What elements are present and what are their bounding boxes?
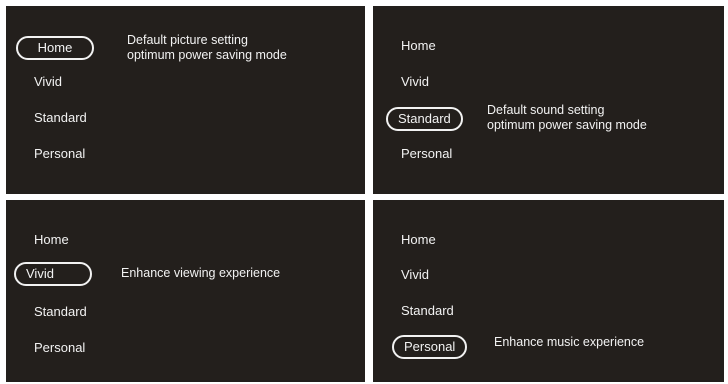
description-line-1: Default sound setting [487, 103, 605, 117]
menu-item-vivid[interactable]: Vivid [401, 74, 429, 90]
menu-item-personal[interactable]: Personal [401, 146, 452, 162]
mode-description: Enhance music experience [494, 335, 644, 350]
menu-item-standard[interactable]: Standard [34, 110, 87, 126]
description-line-1: Enhance music experience [494, 335, 645, 349]
menu-item-standard[interactable]: Standard [34, 304, 87, 320]
menu-item-vivid[interactable]: Vivid [401, 267, 429, 283]
menu-item-home[interactable]: Home [401, 38, 436, 54]
menu-panel-personal: Home Vivid Standard Personal Enhance mus… [373, 200, 724, 382]
menu-item-personal[interactable]: Personal [392, 335, 468, 359]
menu-item-standard[interactable]: Standard [401, 303, 454, 319]
menu-panel-home: Home Vivid Standard Personal Default pic… [6, 6, 365, 194]
menu-item-vivid[interactable]: Vivid [14, 262, 92, 286]
mode-description: Default picture setting optimum power sa… [127, 33, 287, 63]
menu-item-standard[interactable]: Standard [386, 107, 463, 131]
menu-item-home[interactable]: Home [34, 232, 69, 248]
menu-item-home[interactable]: Home [16, 36, 94, 60]
menu-item-personal[interactable]: Personal [34, 340, 85, 356]
mode-description: Default sound setting optimum power savi… [487, 103, 647, 133]
description-line-1: Enhance viewing experience [121, 266, 281, 280]
menu-item-home[interactable]: Home [401, 232, 436, 248]
menu-panel-vivid: Home Vivid Standard Personal Enhance vie… [6, 200, 365, 382]
description-line-2: optimum power saving mode [487, 118, 647, 132]
description-line-2: optimum power saving mode [127, 48, 287, 62]
menu-panel-standard: Home Vivid Standard Personal Default sou… [373, 6, 724, 194]
mode-description: Enhance viewing experience [121, 266, 280, 281]
menu-item-personal[interactable]: Personal [34, 146, 85, 162]
description-line-1: Default picture setting [127, 33, 248, 47]
menu-item-vivid[interactable]: Vivid [34, 74, 62, 90]
